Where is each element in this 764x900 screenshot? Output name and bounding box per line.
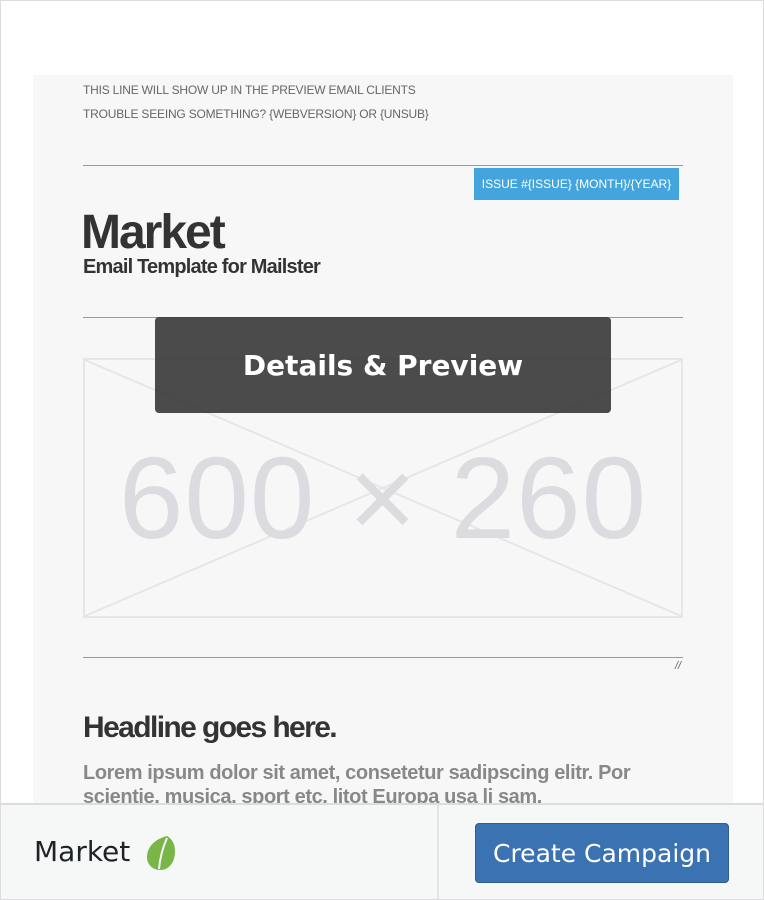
body-text: Lorem ipsum dolor sit amet, consetetur s… xyxy=(83,762,631,803)
headline: Headline goes here. xyxy=(83,711,338,744)
footer-divider xyxy=(437,805,439,899)
divider-image xyxy=(83,657,683,658)
preheader-line-1: THIS LINE WILL SHOW UP IN THE PREVIEW EM… xyxy=(83,83,416,97)
details-preview-button[interactable]: Details & Preview xyxy=(155,317,611,413)
end-mark: // xyxy=(675,660,682,672)
template-name: Market xyxy=(34,835,131,868)
brand-title: Market xyxy=(81,206,226,259)
card-footer: Market Create Campaign xyxy=(1,803,763,899)
template-card: THIS LINE WILL SHOW UP IN THE PREVIEW EM… xyxy=(0,0,764,900)
leaf-icon xyxy=(145,835,177,876)
email-preview[interactable]: THIS LINE WILL SHOW UP IN THE PREVIEW EM… xyxy=(33,75,733,803)
divider-top xyxy=(83,165,683,166)
brand-subtitle: Email Template for Mailster xyxy=(83,256,321,278)
preheader: THIS LINE WILL SHOW UP IN THE PREVIEW EM… xyxy=(83,83,429,131)
preheader-line-2: TROUBLE SEEING SOMETHING? {WEBVERSION} O… xyxy=(83,107,429,121)
issue-badge: ISSUE #{ISSUE} {MONTH}/{YEAR} xyxy=(474,168,679,200)
create-campaign-button[interactable]: Create Campaign xyxy=(475,823,729,883)
